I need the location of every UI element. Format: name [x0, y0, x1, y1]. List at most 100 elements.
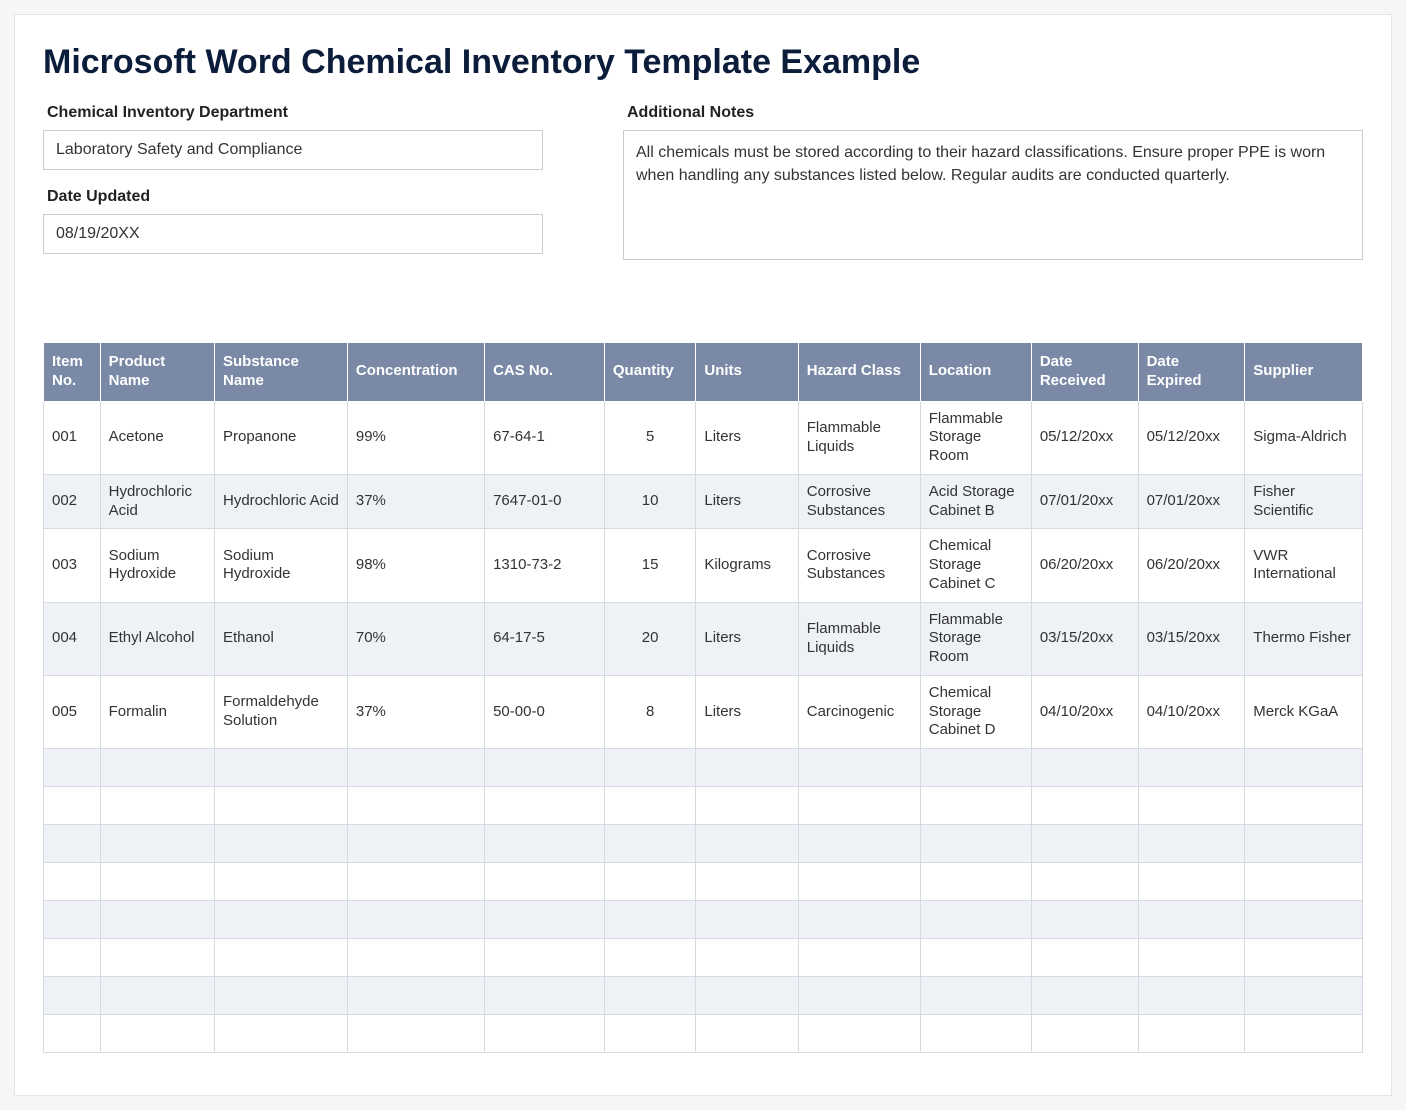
cell-cas-no[interactable]: 50-00-0 — [485, 675, 605, 748]
cell-empty[interactable] — [696, 901, 798, 939]
cell-units[interactable]: Liters — [696, 602, 798, 675]
cell-date-expired[interactable]: 04/10/20xx — [1138, 675, 1245, 748]
cell-empty[interactable] — [798, 977, 920, 1015]
cell-empty[interactable] — [604, 977, 695, 1015]
cell-hazard-class[interactable]: Flammable Liquids — [798, 602, 920, 675]
cell-empty[interactable] — [1031, 901, 1138, 939]
cell-empty[interactable] — [100, 939, 214, 977]
cell-date-received[interactable]: 03/15/20xx — [1031, 602, 1138, 675]
cell-hazard-class[interactable]: Corrosive Substances — [798, 529, 920, 602]
cell-substance-name[interactable]: Ethanol — [214, 602, 347, 675]
cell-empty[interactable] — [44, 787, 101, 825]
cell-empty[interactable] — [798, 825, 920, 863]
cell-empty[interactable] — [347, 901, 484, 939]
cell-empty[interactable] — [1138, 787, 1245, 825]
cell-hazard-class[interactable]: Carcinogenic — [798, 675, 920, 748]
cell-empty[interactable] — [100, 787, 214, 825]
cell-empty[interactable] — [1031, 749, 1138, 787]
cell-units[interactable]: Kilograms — [696, 529, 798, 602]
cell-empty[interactable] — [1138, 863, 1245, 901]
cell-supplier[interactable]: Merck KGaA — [1245, 675, 1363, 748]
cell-empty[interactable] — [920, 825, 1031, 863]
cell-empty[interactable] — [1245, 901, 1363, 939]
cell-quantity[interactable]: 15 — [604, 529, 695, 602]
cell-empty[interactable] — [798, 939, 920, 977]
cell-empty[interactable] — [696, 749, 798, 787]
cell-empty[interactable] — [485, 863, 605, 901]
cell-empty[interactable] — [214, 787, 347, 825]
cell-concentration[interactable]: 70% — [347, 602, 484, 675]
cell-empty[interactable] — [798, 1015, 920, 1053]
cell-item-no[interactable]: 001 — [44, 401, 101, 474]
cell-empty[interactable] — [100, 1015, 214, 1053]
cell-quantity[interactable]: 20 — [604, 602, 695, 675]
cell-empty[interactable] — [1245, 787, 1363, 825]
cell-empty[interactable] — [1245, 977, 1363, 1015]
cell-units[interactable]: Liters — [696, 675, 798, 748]
cell-empty[interactable] — [44, 863, 101, 901]
cell-location[interactable]: Flammable Storage Room — [920, 401, 1031, 474]
cell-concentration[interactable]: 37% — [347, 474, 484, 529]
cell-empty[interactable] — [696, 787, 798, 825]
notes-field[interactable]: All chemicals must be stored according t… — [623, 130, 1363, 260]
cell-empty[interactable] — [485, 825, 605, 863]
cell-empty[interactable] — [214, 977, 347, 1015]
cell-empty[interactable] — [214, 939, 347, 977]
cell-empty[interactable] — [920, 1015, 1031, 1053]
cell-supplier[interactable]: Sigma-Aldrich — [1245, 401, 1363, 474]
cell-empty[interactable] — [696, 939, 798, 977]
cell-empty[interactable] — [100, 977, 214, 1015]
cell-quantity[interactable]: 5 — [604, 401, 695, 474]
cell-empty[interactable] — [1245, 1015, 1363, 1053]
cell-empty[interactable] — [44, 749, 101, 787]
date-updated-field[interactable]: 08/19/20XX — [43, 214, 543, 254]
cell-product-name[interactable]: Acetone — [100, 401, 214, 474]
cell-empty[interactable] — [100, 825, 214, 863]
cell-empty[interactable] — [44, 825, 101, 863]
cell-empty[interactable] — [696, 977, 798, 1015]
cell-empty[interactable] — [214, 825, 347, 863]
cell-empty[interactable] — [347, 977, 484, 1015]
cell-empty[interactable] — [696, 1015, 798, 1053]
cell-empty[interactable] — [485, 787, 605, 825]
cell-concentration[interactable]: 37% — [347, 675, 484, 748]
cell-supplier[interactable]: VWR International — [1245, 529, 1363, 602]
cell-empty[interactable] — [100, 863, 214, 901]
cell-item-no[interactable]: 004 — [44, 602, 101, 675]
cell-empty[interactable] — [1245, 749, 1363, 787]
cell-cas-no[interactable]: 7647-01-0 — [485, 474, 605, 529]
cell-empty[interactable] — [920, 977, 1031, 1015]
cell-hazard-class[interactable]: Corrosive Substances — [798, 474, 920, 529]
cell-empty[interactable] — [920, 939, 1031, 977]
cell-substance-name[interactable]: Sodium Hydroxide — [214, 529, 347, 602]
cell-empty[interactable] — [214, 749, 347, 787]
cell-empty[interactable] — [44, 977, 101, 1015]
cell-empty[interactable] — [100, 749, 214, 787]
cell-item-no[interactable]: 002 — [44, 474, 101, 529]
cell-substance-name[interactable]: Formaldehyde Solution — [214, 675, 347, 748]
cell-empty[interactable] — [44, 901, 101, 939]
cell-empty[interactable] — [347, 863, 484, 901]
cell-empty[interactable] — [1031, 863, 1138, 901]
department-field[interactable]: Laboratory Safety and Compliance — [43, 130, 543, 170]
cell-empty[interactable] — [604, 1015, 695, 1053]
cell-empty[interactable] — [1245, 939, 1363, 977]
cell-empty[interactable] — [920, 863, 1031, 901]
cell-date-received[interactable]: 07/01/20xx — [1031, 474, 1138, 529]
cell-empty[interactable] — [44, 939, 101, 977]
cell-empty[interactable] — [1138, 901, 1245, 939]
cell-empty[interactable] — [1031, 977, 1138, 1015]
cell-empty[interactable] — [44, 1015, 101, 1053]
cell-empty[interactable] — [696, 825, 798, 863]
cell-empty[interactable] — [798, 749, 920, 787]
cell-quantity[interactable]: 10 — [604, 474, 695, 529]
cell-empty[interactable] — [798, 787, 920, 825]
cell-empty[interactable] — [214, 863, 347, 901]
cell-empty[interactable] — [347, 1015, 484, 1053]
cell-concentration[interactable]: 98% — [347, 529, 484, 602]
cell-empty[interactable] — [604, 939, 695, 977]
cell-units[interactable]: Liters — [696, 401, 798, 474]
cell-empty[interactable] — [1138, 749, 1245, 787]
cell-product-name[interactable]: Formalin — [100, 675, 214, 748]
cell-empty[interactable] — [604, 901, 695, 939]
